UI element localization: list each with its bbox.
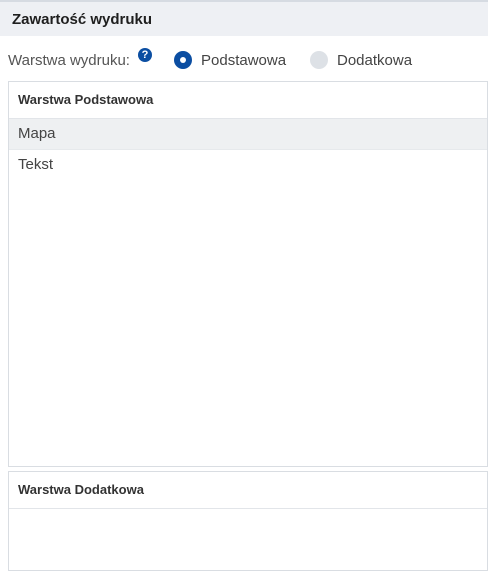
radio-basic-layer-label[interactable]: Podstawowa: [201, 52, 286, 69]
section-header: Zawartość wydruku: [0, 0, 488, 36]
help-icon[interactable]: ?: [138, 48, 152, 62]
extra-layer-panel: Warstwa Dodatkowa: [8, 471, 488, 571]
section-title: Zawartość wydruku: [12, 11, 153, 28]
basic-layer-panel: Warstwa Podstawowa Mapa Tekst: [8, 81, 488, 467]
radio-extra-layer[interactable]: [310, 51, 328, 69]
basic-layer-panel-title: Warstwa Podstawowa: [9, 82, 487, 119]
extra-layer-panel-title: Warstwa Dodatkowa: [9, 472, 487, 509]
print-layer-selector: Warstwa wydruku: ? Podstawowa Dodatkowa: [8, 46, 488, 74]
print-layer-label: Warstwa wydruku:: [8, 52, 130, 69]
radio-extra-layer-label[interactable]: Dodatkowa: [337, 52, 412, 69]
radio-basic-layer[interactable]: [174, 51, 192, 69]
list-item-map[interactable]: Mapa: [9, 119, 487, 150]
list-item-text[interactable]: Tekst: [9, 150, 487, 180]
